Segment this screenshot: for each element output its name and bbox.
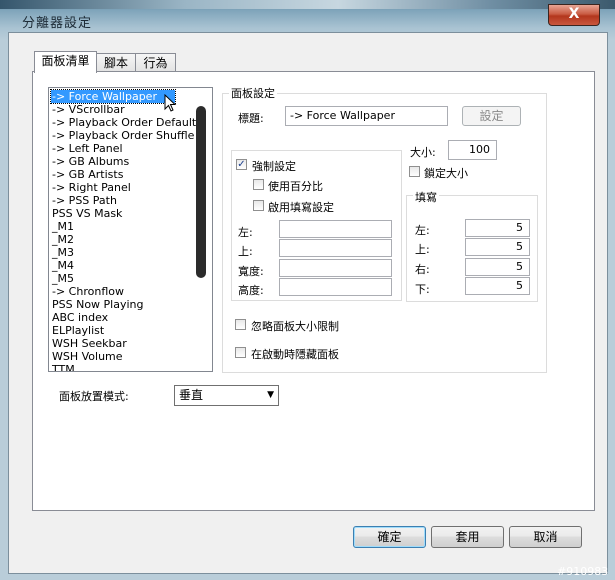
list-item[interactable]: _M2 — [52, 233, 74, 246]
placement-mode-select[interactable]: 垂直 ▼ — [174, 385, 279, 406]
list-item[interactable]: -> Playback Order Default — [52, 116, 196, 129]
list-item[interactable]: _M5 — [52, 272, 74, 285]
pos-top-label: 上: — [238, 245, 253, 258]
pos-left-input[interactable] — [279, 220, 392, 238]
apply-button[interactable]: 套用 — [431, 526, 504, 548]
hide-on-start-checkbox[interactable] — [235, 347, 246, 358]
ignore-size-limits-label: 忽略面板大小限制 — [251, 320, 339, 333]
tab-behavior[interactable]: 行為 — [135, 53, 176, 72]
desktop-background-strip — [0, 0, 615, 9]
pos-top-input[interactable] — [279, 239, 392, 257]
fill-group-label: 填寫 — [413, 189, 439, 205]
list-item[interactable]: _M3 — [52, 246, 74, 259]
panel-list[interactable]: -> Force Wallpaper -> VScrollbar -> Playba… — [48, 87, 213, 372]
list-item[interactable]: -> Right Panel — [52, 181, 131, 194]
chevron-down-icon: ▼ — [267, 390, 274, 400]
fill-bottom-label: 下: — [415, 283, 430, 296]
window-title: 分離器設定 — [22, 16, 93, 31]
height-input[interactable] — [279, 278, 392, 296]
pos-left-label: 左: — [238, 226, 253, 239]
fill-left-label: 左: — [415, 224, 430, 237]
watermark: #910983 — [557, 565, 609, 578]
size-input[interactable]: 100 — [448, 140, 497, 160]
lock-size-checkbox[interactable] — [409, 166, 420, 177]
size-label: 大小: — [410, 146, 436, 159]
tab-panel-list[interactable]: 面板清單 — [34, 51, 97, 73]
fill-top-input[interactable]: 5 — [465, 238, 530, 256]
list-item[interactable]: ABC index — [52, 311, 108, 324]
panel-settings-group-label: 面板設定 — [229, 85, 277, 101]
tab-script[interactable]: 腳本 — [96, 53, 136, 72]
lock-size-label: 鎖定大小 — [424, 167, 468, 180]
fill-right-input[interactable]: 5 — [465, 258, 530, 276]
fill-top-label: 上: — [415, 243, 430, 256]
height-label: 高度: — [238, 284, 264, 297]
placement-mode-value: 垂直 — [179, 388, 204, 402]
ok-button[interactable]: 確定 — [353, 526, 426, 548]
list-item[interactable]: WSH Seekbar — [52, 337, 127, 350]
list-item[interactable]: -> GB Albums — [52, 155, 129, 168]
width-input[interactable] — [279, 259, 392, 277]
fill-left-input[interactable]: 5 — [465, 219, 530, 237]
list-item[interactable]: -> VScrollbar — [52, 103, 125, 116]
list-item[interactable]: _M4 — [52, 259, 74, 272]
mouse-cursor-icon — [164, 94, 177, 112]
set-title-button[interactable]: 設定 — [462, 106, 521, 126]
use-percent-label: 使用百分比 — [268, 180, 323, 193]
list-item[interactable]: ELPlaylist — [52, 324, 104, 337]
hide-on-start-label: 在啟動時隱藏面板 — [251, 348, 339, 361]
list-item[interactable]: WSH Volume — [52, 350, 123, 363]
list-item[interactable]: -> Force Wallpaper — [50, 89, 176, 104]
enable-fill-label: 啟用填寫設定 — [268, 201, 334, 214]
close-button[interactable]: X — [548, 4, 600, 26]
list-item[interactable]: _M1 — [52, 220, 74, 233]
cancel-button[interactable]: 取消 — [509, 526, 582, 548]
fill-bottom-input[interactable]: 5 — [465, 277, 530, 295]
list-item[interactable]: PSS VS Mask — [52, 207, 122, 220]
list-item[interactable]: -> Left Panel — [52, 142, 123, 155]
width-label: 寬度: — [238, 265, 264, 278]
list-item[interactable]: -> GB Artists — [52, 168, 123, 181]
list-item[interactable]: TTM — [52, 363, 75, 371]
panel-list-scrollbar[interactable] — [196, 106, 206, 278]
force-settings-label: 強制設定 — [252, 160, 296, 173]
list-item[interactable]: -> PSS Path — [52, 194, 117, 207]
fill-right-label: 右: — [415, 263, 430, 276]
list-item[interactable]: -> Chronflow — [52, 285, 124, 298]
title-input[interactable]: -> Force Wallpaper — [285, 106, 448, 126]
placement-mode-label: 面板放置模式: — [59, 390, 129, 403]
ignore-size-limits-checkbox[interactable] — [235, 319, 246, 330]
enable-fill-checkbox[interactable] — [253, 200, 264, 211]
list-item[interactable]: PSS Now Playing — [52, 298, 144, 311]
force-settings-checkbox[interactable]: ✓ — [236, 159, 247, 170]
title-label: 標題: — [238, 112, 264, 125]
list-item[interactable]: -> Playback Order Shuffle — [52, 129, 194, 142]
use-percent-checkbox[interactable] — [253, 179, 264, 190]
